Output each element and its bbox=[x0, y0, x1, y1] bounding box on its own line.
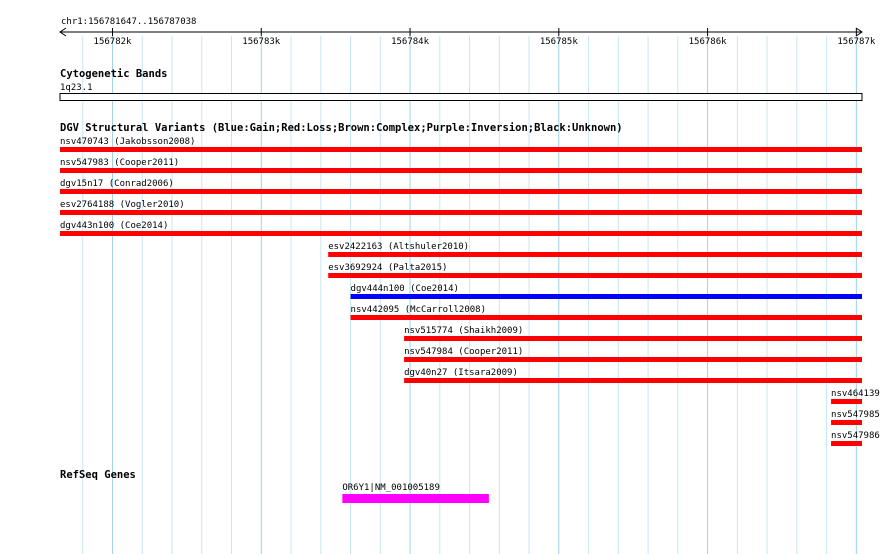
dgv-feature-label[interactable]: nsv442095 (McCarroll2008) bbox=[351, 305, 486, 315]
dgv-feature-label[interactable]: dgv443n100 (Coe2014) bbox=[60, 221, 168, 231]
dgv-loss-bar[interactable] bbox=[350, 315, 862, 320]
ruler-track: chr1:156781647..156787038 156782k 156783k… bbox=[59, 17, 876, 47]
cytoband-label[interactable]: 1q23.1 bbox=[60, 83, 93, 93]
dgv-feature-label[interactable]: nsv470743 (Jakobsson2008) bbox=[60, 137, 195, 147]
dgv-feature-label[interactable]: esv2764188 (Vogler2010) bbox=[60, 200, 185, 210]
dgv-loss-bar[interactable] bbox=[60, 147, 862, 152]
dgv-loss-bar[interactable] bbox=[328, 273, 862, 278]
dgv-feature-label[interactable]: nsv464139 bbox=[831, 389, 880, 399]
refseq-genes-track: RefSeq Genes OR6Y1|NM_001005189 bbox=[60, 469, 489, 503]
dgv-feature-label[interactable]: nsv547986 bbox=[831, 431, 880, 441]
dgv-gain-bar[interactable] bbox=[350, 294, 862, 299]
ruler-ticks: 156782k 156783k 156784k 156785k 156786k 15678… bbox=[94, 28, 876, 47]
dgv-feature-label[interactable]: dgv444n100 (Coe2014) bbox=[351, 284, 459, 294]
dgv-feature-label[interactable]: nsv547983 (Cooper2011) bbox=[60, 158, 179, 168]
dgv-loss-bar[interactable] bbox=[60, 168, 862, 173]
ruler-tick-label: 156786k bbox=[689, 37, 728, 47]
dgv-loss-bar[interactable] bbox=[831, 441, 862, 446]
ruler-tick-label: 156785k bbox=[540, 37, 579, 47]
dgv-loss-bar[interactable] bbox=[404, 378, 862, 383]
ruler-tick-label: 156783k bbox=[242, 37, 281, 47]
dgv-loss-bar[interactable] bbox=[60, 189, 862, 194]
dgv-track-title: DGV Structural Variants (Blue:Gain;Red:L… bbox=[60, 122, 623, 134]
dgv-feature-label[interactable]: esv2422163 (Altshuler2010) bbox=[328, 242, 469, 252]
refseq-gene-bar[interactable] bbox=[342, 494, 489, 503]
genome-browser-view: chr1:156781647..156787038 156782k 156783k… bbox=[59, 17, 880, 554]
dgv-feature-label[interactable]: dgv15n17 (Conrad2006) bbox=[60, 179, 174, 189]
cytoband-ideogram[interactable] bbox=[59, 93, 863, 101]
refseq-track-title: RefSeq Genes bbox=[60, 469, 136, 481]
dgv-loss-bar[interactable] bbox=[831, 420, 862, 425]
dgv-loss-bar[interactable] bbox=[404, 336, 862, 341]
ruler-tick-label: 156784k bbox=[391, 37, 430, 47]
dgv-feature-label[interactable]: nsv515774 (Shaikh2009) bbox=[404, 326, 523, 336]
dgv-feature-label[interactable]: esv3692924 (Palta2015) bbox=[328, 263, 447, 273]
cytogenetic-bands-title: Cytogenetic Bands bbox=[60, 68, 167, 80]
dgv-loss-bar[interactable] bbox=[328, 252, 862, 257]
ruler-location-label: chr1:156781647..156787038 bbox=[61, 17, 196, 27]
ruler-tick-label: 156787k bbox=[837, 37, 876, 47]
dgv-loss-bar[interactable] bbox=[60, 231, 862, 236]
dgv-loss-bar[interactable] bbox=[60, 210, 862, 215]
dgv-loss-bar[interactable] bbox=[404, 357, 862, 362]
dgv-feature-label[interactable]: nsv547985 bbox=[831, 410, 880, 420]
refseq-features: OR6Y1|NM_001005189 bbox=[342, 483, 489, 503]
ruler-tick-label: 156782k bbox=[94, 37, 133, 47]
dgv-feature-label[interactable]: dgv40n27 (Itsara2009) bbox=[404, 368, 518, 378]
refseq-gene-label[interactable]: OR6Y1|NM_001005189 bbox=[342, 483, 440, 493]
cytogenetic-bands-track: Cytogenetic Bands 1q23.1 bbox=[59, 68, 863, 101]
dgv-loss-bar[interactable] bbox=[831, 399, 862, 404]
dgv-feature-label[interactable]: nsv547984 (Cooper2011) bbox=[404, 347, 523, 357]
